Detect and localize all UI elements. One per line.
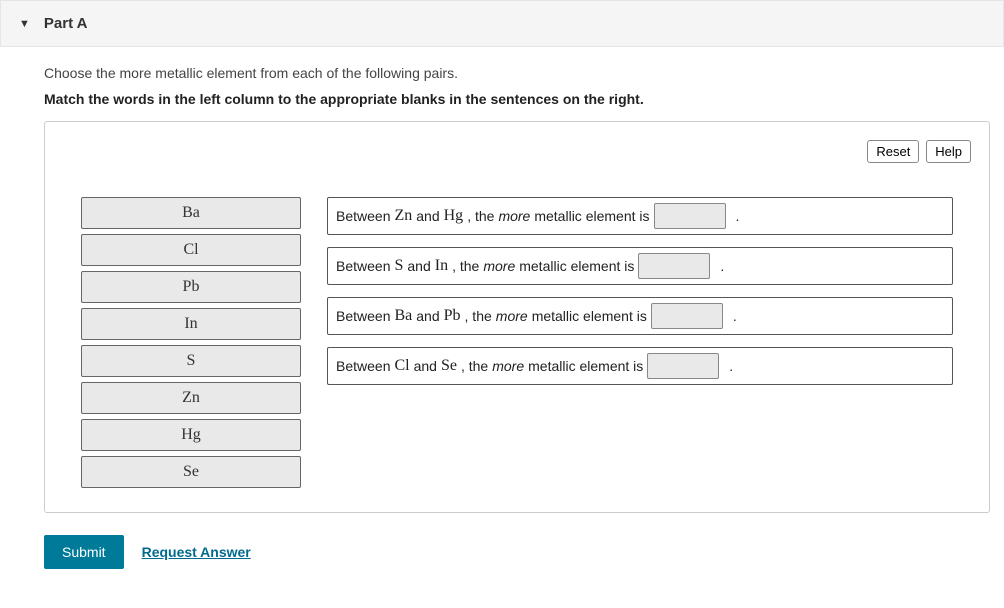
word-tile[interactable]: Se	[81, 456, 301, 488]
sentence-text: metallic element is	[532, 308, 647, 324]
sentence-text: Between	[336, 208, 390, 224]
sentence-text: , the	[465, 308, 492, 324]
emphasis-text: more	[498, 208, 530, 224]
drop-slot[interactable]	[638, 253, 710, 279]
sentence-row: Between Zn and Hg , the more metallic el…	[327, 197, 953, 235]
emphasis-text: more	[492, 358, 524, 374]
period: .	[729, 358, 733, 374]
reset-button[interactable]: Reset	[867, 140, 919, 163]
sentence-text: and	[407, 258, 430, 274]
element-symbol: Zn	[394, 207, 412, 225]
sentence-text: and	[416, 208, 439, 224]
element-symbol: Se	[441, 357, 457, 375]
sentence-text: Between	[336, 258, 390, 274]
element-symbol: In	[435, 257, 448, 275]
collapse-icon: ▼	[19, 18, 30, 30]
prompt-text: Choose the more metallic element from ea…	[44, 65, 990, 81]
element-symbol: Hg	[444, 207, 464, 225]
element-symbol: Cl	[394, 357, 409, 375]
element-symbol: Pb	[444, 307, 461, 325]
word-tile[interactable]: In	[81, 308, 301, 340]
word-tile[interactable]: Pb	[81, 271, 301, 303]
period: .	[736, 208, 740, 224]
word-tile[interactable]: Zn	[81, 382, 301, 414]
work-area: Reset Help Ba Cl Pb In S Zn Hg Se Betwee…	[44, 121, 990, 513]
word-tile[interactable]: Cl	[81, 234, 301, 266]
sentence-row: Between Cl and Se , the more metallic el…	[327, 347, 953, 385]
sentence-text: metallic element is	[519, 258, 634, 274]
word-tile[interactable]: S	[81, 345, 301, 377]
word-tile[interactable]: Ba	[81, 197, 301, 229]
element-symbol: Ba	[394, 307, 412, 325]
part-title: Part A	[44, 15, 88, 32]
sentence-row: Between S and In , the more metallic ele…	[327, 247, 953, 285]
submit-button[interactable]: Submit	[44, 535, 124, 569]
sentence-text: , the	[461, 358, 488, 374]
request-answer-link[interactable]: Request Answer	[142, 544, 251, 560]
drop-slot[interactable]	[647, 353, 719, 379]
sentence-text: metallic element is	[528, 358, 643, 374]
sentence-text: , the	[467, 208, 494, 224]
help-button[interactable]: Help	[926, 140, 971, 163]
sentence-text: metallic element is	[534, 208, 649, 224]
part-header[interactable]: ▼ Part A	[0, 0, 1004, 47]
instruction-text: Match the words in the left column to th…	[44, 91, 990, 107]
word-bank: Ba Cl Pb In S Zn Hg Se	[81, 197, 301, 488]
drop-slot[interactable]	[651, 303, 723, 329]
drop-slot[interactable]	[654, 203, 726, 229]
period: .	[720, 258, 724, 274]
sentence-list: Between Zn and Hg , the more metallic el…	[327, 197, 953, 385]
sentence-text: Between	[336, 358, 390, 374]
element-symbol: S	[394, 257, 403, 275]
sentence-row: Between Ba and Pb , the more metallic el…	[327, 297, 953, 335]
emphasis-text: more	[496, 308, 528, 324]
sentence-text: and	[414, 358, 437, 374]
sentence-text: Between	[336, 308, 390, 324]
emphasis-text: more	[483, 258, 515, 274]
sentence-text: , the	[452, 258, 479, 274]
word-tile[interactable]: Hg	[81, 419, 301, 451]
sentence-text: and	[416, 308, 439, 324]
period: .	[733, 308, 737, 324]
